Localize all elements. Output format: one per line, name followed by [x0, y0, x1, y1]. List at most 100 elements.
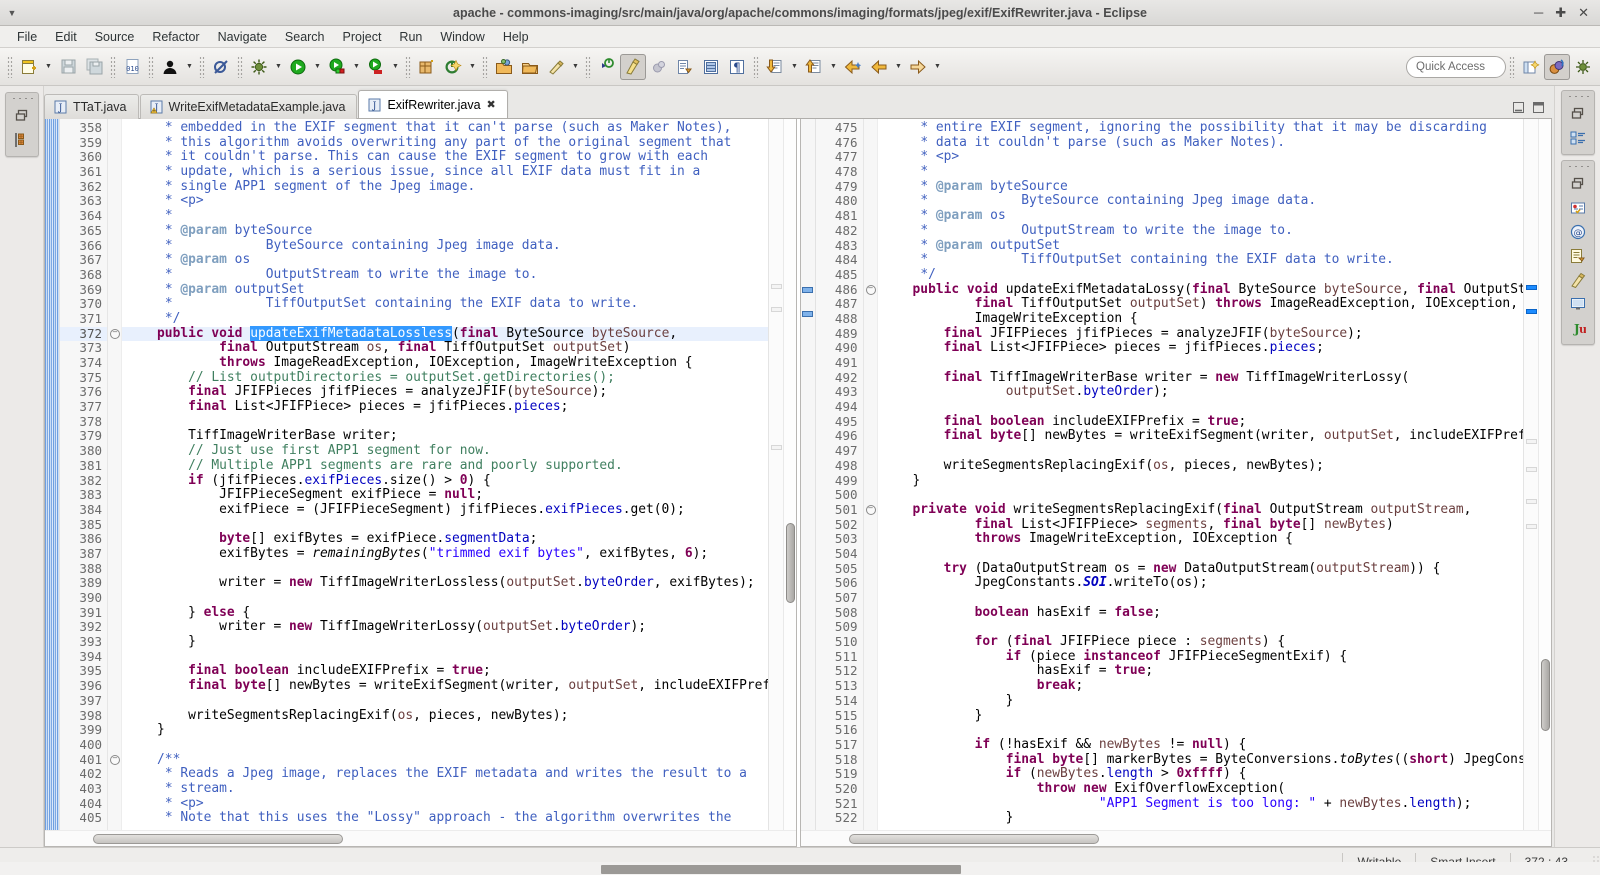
code-line[interactable] [122, 738, 768, 753]
code-line[interactable] [122, 650, 768, 665]
menu-project[interactable]: Project [334, 28, 391, 46]
code-line[interactable]: exifBytes = remainingBytes("trimmed exif… [122, 546, 768, 562]
code-line[interactable]: JFIFPieceSegment exifPiece = null; [122, 487, 768, 503]
open-perspective-icon[interactable] [1518, 54, 1544, 80]
next-edit-icon[interactable] [762, 54, 788, 80]
code-line[interactable] [878, 488, 1524, 503]
code-line[interactable]: boolean hasExif = false; [878, 605, 1524, 621]
code-line[interactable]: writeSegmentsReplacingExif(os, pieces, n… [878, 458, 1524, 474]
code-line[interactable]: final OutputStream os, final TiffOutputS… [122, 340, 768, 356]
code-line[interactable]: * TiffOutputSet containing the EXIF data… [122, 296, 768, 312]
code-line[interactable] [878, 591, 1524, 606]
code-line[interactable]: throw new ExifOverflowException( [878, 781, 1524, 797]
code-line[interactable]: * @param outputSet [878, 238, 1524, 254]
toolbar-gripper-7[interactable] [482, 55, 488, 78]
left-source-code[interactable]: * embedded in the EXIF segment that it c… [122, 119, 768, 830]
code-line[interactable] [878, 400, 1524, 415]
code-line[interactable]: * Reads a Jpeg image, replaces the EXIF … [122, 766, 768, 782]
code-line[interactable]: * [878, 164, 1524, 180]
restore-icon[interactable] [1565, 102, 1591, 126]
code-line[interactable]: * @param outputSet [122, 282, 768, 298]
next-edit-dropdown-icon[interactable]: ▼ [788, 54, 801, 80]
code-line[interactable]: writeSegmentsReplacingExif(os, pieces, n… [122, 708, 768, 724]
code-line[interactable] [122, 562, 768, 577]
menu-edit[interactable]: Edit [46, 28, 86, 46]
code-line[interactable]: writer = new TiffImageWriterLossy(output… [122, 620, 768, 635]
code-line[interactable]: * Note that this uses the "Lossy" approa… [122, 810, 768, 826]
code-line[interactable]: * @param os [122, 252, 768, 268]
code-line[interactable]: public void updateExifMetadataLossless(f… [122, 325, 768, 342]
run-external-icon[interactable] [363, 54, 389, 80]
code-line[interactable]: * <p> [122, 796, 768, 812]
code-line[interactable]: if (jfifPieces.exifPieces.size() > 0) { [122, 473, 768, 489]
code-line[interactable]: exifPiece = (JFIFPieceSegment) jfifPiece… [122, 502, 768, 518]
code-line[interactable]: * <p> [878, 150, 1524, 165]
right-vertical-scrollbar[interactable] [1538, 119, 1551, 830]
forward-icon[interactable] [905, 54, 931, 80]
fold-toggle[interactable] [864, 283, 877, 298]
run-external-dropdown-icon[interactable]: ▼ [389, 54, 402, 80]
coverage-dropdown-icon[interactable]: ▼ [350, 54, 363, 80]
code-line[interactable]: // List outputDirectories = outputSet.ge… [122, 370, 768, 386]
maximize-icon[interactable]: ✚ [1555, 6, 1566, 19]
code-line[interactable]: try (DataOutputStream os = new DataOutpu… [878, 561, 1524, 577]
code-line[interactable]: * embedded in the EXIF segment that it c… [122, 120, 768, 136]
right-source-code[interactable]: * entire EXIF segment, ignoring the poss… [878, 119, 1524, 830]
code-line[interactable]: private void writeSegmentsReplacingExif(… [878, 502, 1524, 518]
code-line[interactable]: * @param byteSource [122, 223, 768, 239]
collapse-icon[interactable] [865, 284, 876, 295]
properties-icon[interactable] [1565, 244, 1591, 268]
code-line[interactable]: throws ImageWriteException, IOException … [878, 531, 1524, 547]
code-line[interactable]: final TiffOutputSet outputSet) throws Im… [878, 296, 1524, 312]
tab-writeexifmetadataexample-java[interactable]: J WriteExifMetadataExample.java [139, 94, 358, 119]
left-vertical-scrollbar[interactable] [782, 119, 796, 830]
toolbar-gripper-10[interactable] [1509, 55, 1515, 78]
code-line[interactable]: * [122, 208, 768, 224]
code-line[interactable]: final JFIFPieces jfifPieces = analyzeJFI… [878, 326, 1524, 342]
outline-icon[interactable] [1565, 126, 1591, 150]
code-line[interactable]: for (final JFIFPiece piece : segments) { [878, 634, 1524, 650]
code-line[interactable]: final boolean includeEXIFPrefix = true; [122, 664, 768, 679]
right-code-viewport[interactable]: 475 476 477 478 479 480 481 482 483 484 485 486 487 4… [800, 119, 1551, 830]
menu-window[interactable]: Window [431, 28, 493, 46]
quick-access-input[interactable]: Quick Access [1406, 55, 1506, 78]
code-line[interactable]: JpegConstants.SOI.writeTo(os); [878, 575, 1524, 591]
toolbar-gripper[interactable] [7, 55, 13, 78]
new-class-icon[interactable] [440, 54, 466, 80]
right-horizontal-scroll-thumb[interactable] [848, 834, 1099, 844]
code-line[interactable]: // Multiple APP1 segments are rare and p… [122, 458, 768, 474]
fold-toggle[interactable] [864, 503, 877, 518]
collapse-icon[interactable] [110, 754, 120, 765]
left-vertical-scroll-thumb[interactable] [785, 523, 795, 603]
code-line[interactable]: if (newBytes.length > 0xffff) { [878, 766, 1524, 782]
code-line[interactable]: * stream. [122, 781, 768, 797]
next-edit-position-icon[interactable] [672, 54, 698, 80]
code-line[interactable]: public void updateExifMetadataLossy(fina… [878, 282, 1523, 298]
maximize-editor-icon[interactable] [1530, 99, 1546, 115]
search-dropdown-icon[interactable]: ▼ [569, 54, 582, 80]
toolbar-gripper-9[interactable] [753, 55, 759, 78]
javadoc-icon[interactable] [1565, 268, 1591, 292]
code-line[interactable] [878, 547, 1524, 562]
code-line[interactable]: // Just use first APP1 segment for now. [122, 443, 768, 459]
code-line[interactable]: * @param byteSource [878, 179, 1524, 195]
at-icon[interactable]: @ [1565, 220, 1591, 244]
menu-navigate[interactable]: Navigate [209, 28, 276, 46]
minimize-editor-icon[interactable] [1510, 99, 1526, 115]
code-line[interactable]: } [122, 722, 768, 738]
run-dropdown-icon[interactable]: ▼ [311, 54, 324, 80]
highlight-icon[interactable] [620, 53, 646, 80]
toolbar-gripper-3[interactable] [148, 55, 154, 78]
debug-perspective-icon[interactable] [1570, 54, 1596, 80]
restore-icon[interactable] [1565, 172, 1591, 196]
code-line[interactable]: */ [878, 267, 1524, 283]
code-line[interactable]: * TiffOutputSet containing the EXIF data… [878, 252, 1524, 268]
tab-ttat-java[interactable]: J TTaT.java [44, 94, 139, 119]
debug-dropdown-icon[interactable]: ▼ [272, 54, 285, 80]
code-line[interactable]: final List<JFIFPiece> segments, final by… [878, 517, 1524, 533]
code-line[interactable]: * update, which is a serious issue, sinc… [122, 164, 768, 180]
code-line[interactable]: TiffImageWriterBase writer; [122, 429, 768, 444]
code-line[interactable]: final byte[] newBytes = writeExifSegment… [122, 678, 767, 694]
code-line[interactable]: * OutputStream to write the image to. [878, 223, 1524, 239]
back-dropdown-icon[interactable]: ▼ [892, 54, 905, 80]
